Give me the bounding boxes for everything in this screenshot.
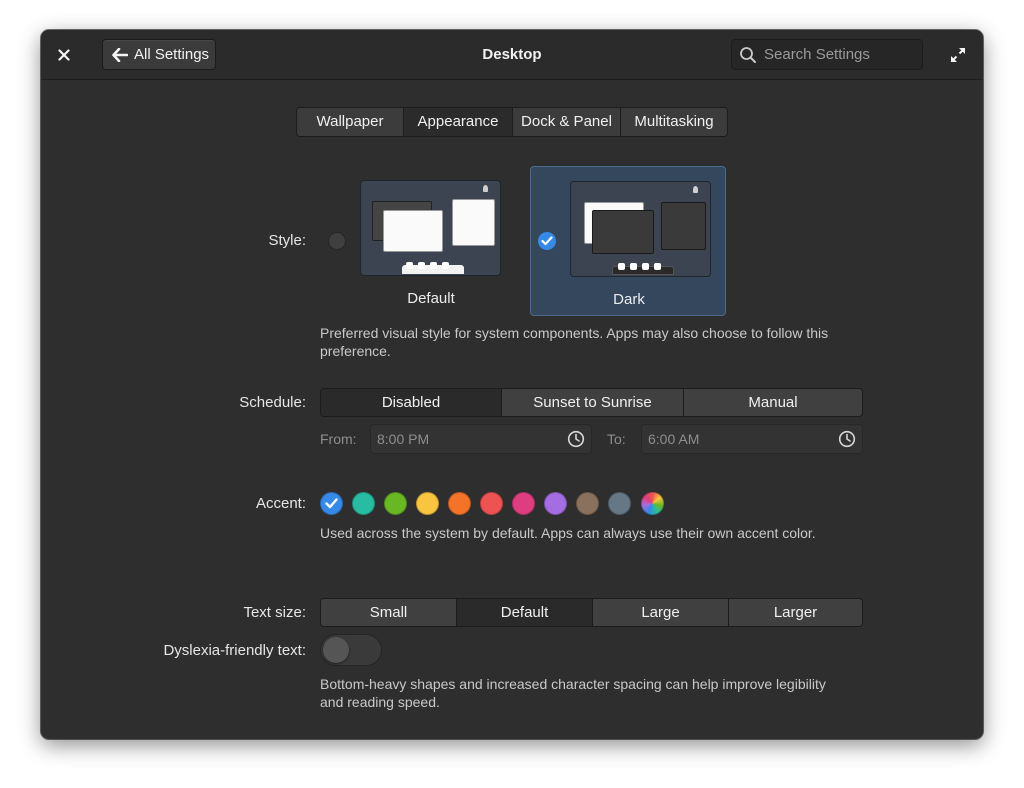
accent-orange[interactable] bbox=[448, 492, 471, 515]
from-time-field[interactable]: 8:00 PM bbox=[370, 424, 592, 454]
accent-brown[interactable] bbox=[576, 492, 599, 515]
tab-dock-panel[interactable]: Dock & Panel bbox=[513, 108, 621, 136]
schedule-option-sunset[interactable]: Sunset to Sunrise bbox=[502, 389, 684, 416]
all-settings-button[interactable]: All Settings bbox=[102, 39, 216, 70]
search-field[interactable] bbox=[731, 39, 923, 70]
accent-blue[interactable] bbox=[320, 492, 343, 515]
accent-green[interactable] bbox=[384, 492, 407, 515]
style-option-dark[interactable]: Dark bbox=[530, 166, 726, 316]
tab-bar: Wallpaper Appearance Dock & Panel Multit… bbox=[296, 107, 728, 137]
close-icon bbox=[58, 49, 70, 61]
accent-gray[interactable] bbox=[608, 492, 631, 515]
accent-label: Accent: bbox=[255, 495, 306, 512]
to-time-field[interactable]: 6:00 AM bbox=[641, 424, 863, 454]
dyslexia-label: Dyslexia-friendly text: bbox=[163, 642, 306, 659]
dark-style-preview bbox=[570, 181, 711, 277]
maximize-icon bbox=[951, 48, 965, 62]
from-label: From: bbox=[320, 431, 357, 447]
to-time-value: 6:00 AM bbox=[648, 431, 700, 447]
text-size-selector: Small Default Large Larger bbox=[320, 598, 863, 627]
style-dark-radio[interactable] bbox=[538, 232, 556, 250]
style-default-name: Default bbox=[407, 290, 455, 307]
text-size-label: Text size: bbox=[243, 604, 306, 621]
search-icon bbox=[740, 46, 756, 63]
settings-window: All Settings Desktop Wallpaper Appearanc… bbox=[41, 30, 983, 739]
from-time-value: 8:00 PM bbox=[377, 431, 430, 447]
accent-auto[interactable] bbox=[641, 492, 664, 515]
schedule-selector: Disabled Sunset to Sunrise Manual bbox=[320, 388, 863, 417]
accent-purple[interactable] bbox=[544, 492, 567, 515]
accent-mint[interactable] bbox=[352, 492, 375, 515]
text-size-default[interactable]: Default bbox=[457, 599, 593, 626]
clock-icon bbox=[567, 430, 585, 448]
schedule-option-disabled[interactable]: Disabled bbox=[321, 389, 502, 416]
style-description: Preferred visual style for system compon… bbox=[320, 325, 829, 359]
search-input[interactable] bbox=[764, 46, 914, 63]
schedule-label: Schedule: bbox=[239, 394, 306, 411]
maximize-button[interactable] bbox=[946, 43, 970, 67]
accent-pink[interactable] bbox=[512, 492, 535, 515]
headerbar: All Settings Desktop bbox=[41, 30, 983, 80]
dyslexia-toggle[interactable] bbox=[320, 634, 382, 666]
tab-wallpaper[interactable]: Wallpaper bbox=[297, 108, 404, 136]
accent-yellow[interactable] bbox=[416, 492, 439, 515]
to-label: To: bbox=[607, 431, 626, 447]
text-size-small[interactable]: Small bbox=[321, 599, 457, 626]
check-icon bbox=[541, 236, 553, 246]
style-option-default[interactable]: Default bbox=[333, 166, 529, 316]
default-style-preview bbox=[360, 180, 501, 276]
all-settings-label: All Settings bbox=[134, 46, 210, 63]
style-dark-name: Dark bbox=[613, 291, 645, 308]
toggle-knob bbox=[323, 637, 349, 663]
clock-icon bbox=[838, 430, 856, 448]
arrow-left-icon bbox=[112, 47, 128, 62]
close-button[interactable] bbox=[51, 42, 77, 68]
text-size-larger[interactable]: Larger bbox=[729, 599, 862, 626]
style-label: Style: bbox=[268, 232, 306, 249]
dyslexia-description: Bottom-heavy shapes and increased charac… bbox=[320, 676, 826, 710]
check-icon bbox=[325, 498, 338, 509]
accent-description: Used across the system by default. Apps … bbox=[320, 525, 816, 541]
schedule-option-manual[interactable]: Manual bbox=[684, 389, 862, 416]
tab-appearance[interactable]: Appearance bbox=[404, 108, 513, 136]
tab-multitasking[interactable]: Multitasking bbox=[621, 108, 727, 136]
accent-red[interactable] bbox=[480, 492, 503, 515]
text-size-large[interactable]: Large bbox=[593, 599, 729, 626]
